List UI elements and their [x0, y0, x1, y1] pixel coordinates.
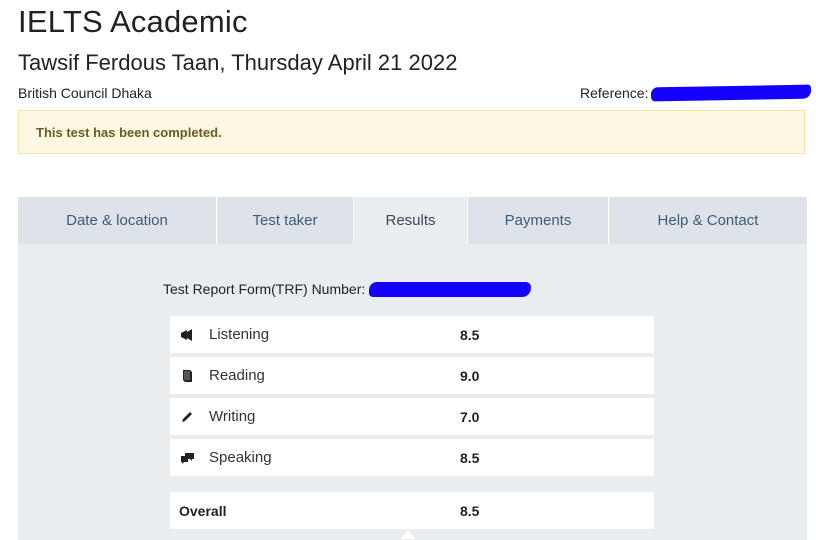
tab-test-taker[interactable]: Test taker	[217, 197, 354, 244]
results-pointer	[400, 531, 416, 539]
tab-test-taker-label: Test taker	[252, 212, 318, 229]
module-score: 7.0	[460, 408, 480, 425]
score-row-reading: Reading 9.0	[170, 357, 654, 394]
score-row-writing: Writing 7.0	[170, 398, 654, 435]
reference-label: Reference:	[580, 85, 649, 101]
score-row-listening: Listening 8.5	[170, 316, 654, 353]
module-name: Listening	[209, 326, 270, 343]
reference: Reference:	[580, 84, 812, 102]
test-taker-and-date: Tawsif Ferdous Taan, Thursday April 21 2…	[18, 50, 458, 75]
pencil-icon	[179, 409, 195, 425]
module-score: 8.5	[460, 326, 480, 343]
tab-help-contact-label: Help & Contact	[657, 212, 759, 229]
trf-redaction	[369, 281, 532, 297]
tab-results[interactable]: Results	[354, 197, 468, 244]
tab-date-location[interactable]: Date & location	[18, 197, 217, 244]
tab-date-location-label: Date & location	[66, 212, 168, 229]
score-row-speaking: Speaking 8.5	[170, 439, 654, 476]
completion-notice-text: This test has been completed.	[36, 124, 222, 140]
score-row-overall: Overall 8.5	[170, 492, 654, 529]
trf-number: Test Report Form(TRF) Number:	[163, 281, 532, 297]
tab-payments[interactable]: Payments	[468, 197, 609, 244]
reference-redaction	[651, 84, 812, 102]
booking-panel: Date & location Test taker Results Payme…	[18, 197, 807, 540]
tab-payments-label: Payments	[504, 212, 572, 229]
module-name: Speaking	[209, 449, 272, 466]
megaphone-icon	[179, 327, 195, 343]
test-centre: British Council Dhaka	[18, 85, 152, 101]
tab-help-contact[interactable]: Help & Contact	[609, 197, 807, 244]
page-title: IELTS Academic	[18, 4, 248, 39]
trf-label: Test Report Form(TRF) Number:	[163, 281, 366, 297]
tab-bar: Date & location Test taker Results Payme…	[18, 197, 807, 245]
module-name: Writing	[209, 408, 256, 425]
module-score: 9.0	[460, 367, 480, 384]
completion-notice: This test has been completed.	[18, 110, 805, 154]
tab-results-label: Results	[385, 212, 436, 229]
book-icon	[179, 368, 195, 384]
overall-score: 8.5	[460, 502, 480, 519]
module-name: Reading	[209, 367, 265, 384]
module-score: 8.5	[460, 449, 480, 466]
overall-label: Overall	[179, 502, 227, 519]
speech-bubbles-icon	[179, 450, 195, 466]
